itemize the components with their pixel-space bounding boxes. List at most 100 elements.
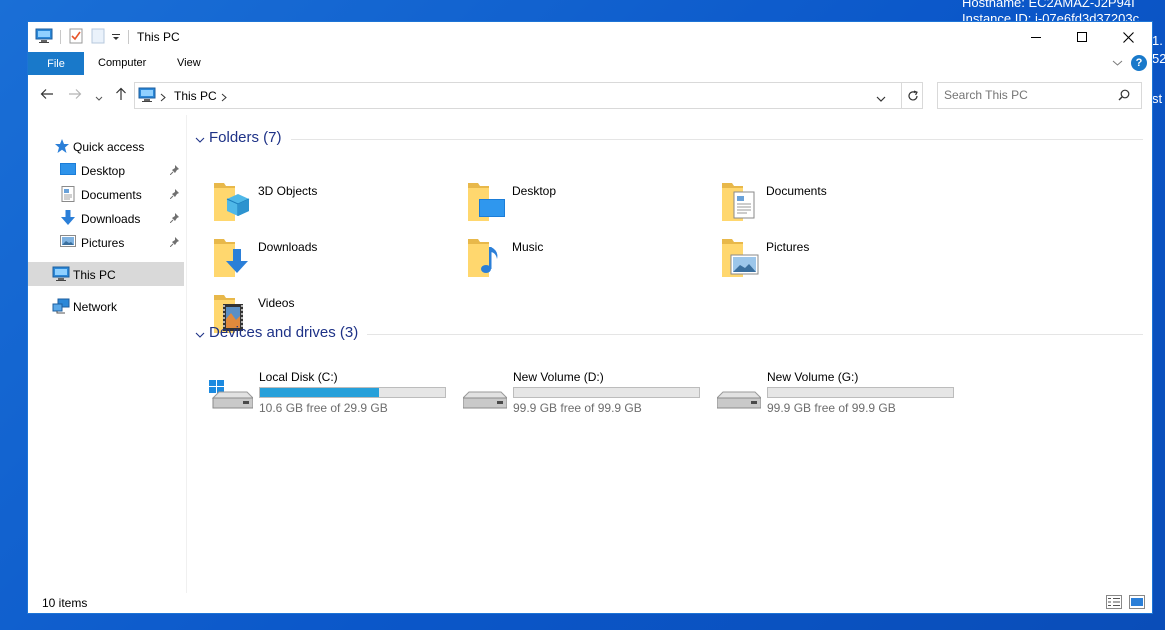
folder-music[interactable]: Music [467,233,717,283]
drive-d[interactable]: New Volume (D:) 99.9 GB free of 99.9 GB [461,370,713,420]
this-pc-icon[interactable] [35,28,53,47]
this-pc-icon [52,266,70,285]
sidebar-item-label: Downloads [81,212,141,226]
sidebar-item-label: This PC [73,268,116,282]
maximize-button[interactable] [1059,22,1105,52]
folder-documents[interactable]: Documents [721,177,971,227]
group-divider [367,334,1143,335]
tab-computer[interactable]: Computer [98,57,146,69]
chevron-right-icon[interactable] [160,91,166,105]
sidebar-item-downloads[interactable]: Downloads [28,206,184,230]
sidebar-item-network[interactable]: Network [28,294,184,318]
folder-label: Videos [258,296,295,310]
downloads-folder-icon [213,233,251,282]
sidebar-item-label: Pictures [81,236,125,250]
group-divider [291,139,1143,140]
up-arrow-icon[interactable] [114,87,128,104]
pictures-folder-icon [721,233,759,282]
recent-locations-icon[interactable] [95,91,103,105]
status-bar: 10 items [28,593,1152,613]
pin-icon[interactable] [169,236,180,250]
properties-icon[interactable] [69,28,83,47]
documents-folder-icon [721,177,759,226]
drive-icon [461,380,509,419]
drive-c[interactable]: Local Disk (C:) 10.6 GB free of 29.9 GB [209,370,459,420]
pin-icon[interactable] [169,188,180,202]
navigation-pane: Quick access Desktop Documents Downloads… [28,115,187,593]
desktop-icon [60,162,76,179]
tab-file[interactable]: File [28,52,84,75]
download-arrow-icon [61,210,75,229]
documents-icon [61,186,75,205]
help-button[interactable]: ? [1131,55,1147,71]
search-icon[interactable] [1118,89,1130,104]
customize-qat-icon[interactable] [112,31,120,45]
drive-usage-fill [260,388,380,397]
sidebar-item-label: Network [73,300,118,314]
sidebar-item-desktop[interactable]: Desktop [28,158,184,182]
pin-icon[interactable] [169,212,180,226]
refresh-button[interactable] [901,83,924,108]
new-folder-icon[interactable] [91,28,105,47]
forward-arrow-icon[interactable] [68,87,82,104]
folder-pictures[interactable]: Pictures [721,233,971,283]
drive-icon [715,380,763,419]
music-folder-icon [467,233,505,282]
sidebar-item-label: Quick access [73,140,145,154]
sidebar-item-pictures[interactable]: Pictures [28,230,184,254]
star-icon [54,138,70,157]
drive-usage-bar [767,387,954,398]
drive-label: New Volume (D:) [513,370,604,384]
folder-downloads[interactable]: Downloads [213,233,463,283]
address-bar[interactable]: This PC [134,82,923,109]
sidebar-item-quick-access[interactable]: Quick access [28,134,184,158]
folders-group-title: Folders (7) [209,129,282,146]
details-view-icon[interactable] [1106,595,1122,609]
address-history-dropdown-icon[interactable] [876,92,886,106]
file-explorer-window: This PC File Computer View ? This PC Sea… [28,22,1152,613]
back-arrow-icon[interactable] [40,87,54,104]
sidebar-item-documents[interactable]: Documents [28,182,184,206]
qat-separator [128,30,129,44]
drive-usage-bar [513,387,700,398]
folder-label: Music [512,240,544,254]
sidebar-item-label: Documents [81,188,142,202]
drive-usage-bar [259,387,446,398]
search-input[interactable] [944,88,1114,102]
desktop-text-fragment: 1. [1152,33,1163,48]
drive-label: New Volume (G:) [767,370,859,384]
drives-group-title: Devices and drives (3) [209,324,359,341]
desktop-hostname-text: Hostname: EC2AMAZ-J2P94I [962,0,1135,10]
folder-label: Documents [766,184,827,198]
chevron-down-icon[interactable] [195,133,205,147]
chevron-down-icon[interactable] [195,328,205,342]
folder-3d-objects[interactable]: 3D Objects [213,177,463,227]
window-title: This PC [137,30,180,44]
desktop-text-fragment: st [1152,91,1163,106]
pin-icon[interactable] [169,164,180,178]
chevron-right-icon[interactable] [221,91,227,105]
search-box[interactable] [937,82,1142,109]
minimize-button[interactable] [1013,22,1059,52]
this-pc-icon [138,87,156,106]
drive-label: Local Disk (C:) [259,370,338,384]
sidebar-item-label: Desktop [81,164,126,178]
close-button[interactable] [1105,22,1151,52]
drive-free-space: 99.9 GB free of 99.9 GB [767,401,896,415]
system-drive-icon [209,380,255,419]
tab-view[interactable]: View [177,57,201,69]
qat-separator [60,30,61,44]
sidebar-item-this-pc[interactable]: This PC [28,262,184,286]
folder-label: Pictures [766,240,810,254]
drive-g[interactable]: New Volume (G:) 99.9 GB free of 99.9 GB [715,370,967,420]
breadcrumb-this-pc[interactable]: This PC [174,89,217,103]
large-icons-view-icon[interactable] [1129,595,1145,609]
drive-free-space: 10.6 GB free of 29.9 GB [259,401,388,415]
folder-desktop[interactable]: Desktop [467,177,717,227]
3d-objects-folder-icon [213,177,251,226]
expand-ribbon-icon[interactable] [1112,56,1123,70]
desktop-text-fragment: 52 [1152,51,1165,66]
folder-label: 3D Objects [258,184,318,198]
ribbon-tabs: File Computer View ? [28,52,1152,75]
network-icon [52,298,70,317]
